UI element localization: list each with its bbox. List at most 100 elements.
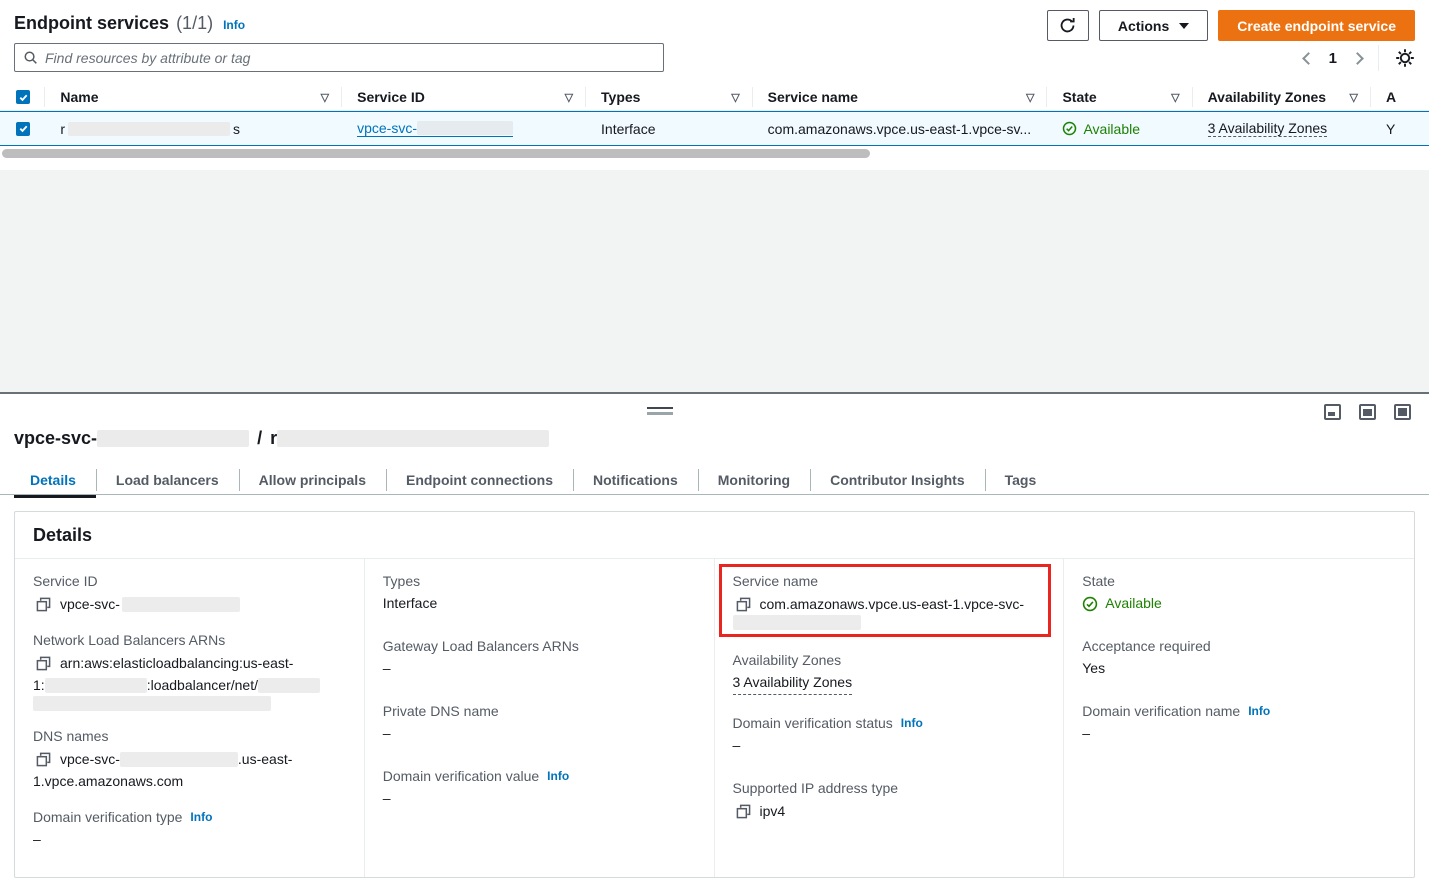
refresh-button[interactable] bbox=[1047, 10, 1089, 41]
field-state: State Available bbox=[1082, 573, 1394, 614]
field-label: Availability Zones bbox=[733, 652, 1044, 668]
column-header-name[interactable]: Name ▽ bbox=[44, 84, 341, 110]
availability-zones-popover[interactable]: 3 Availability Zones bbox=[1208, 120, 1328, 137]
availability-zones-popover[interactable]: 3 Availability Zones bbox=[733, 672, 853, 695]
divider bbox=[752, 87, 753, 107]
panel-title-name-prefix: r bbox=[270, 428, 277, 449]
info-link[interactable]: Info bbox=[901, 716, 923, 730]
panel-title: vpce-svc- / r bbox=[14, 428, 549, 449]
copy-icon[interactable] bbox=[736, 804, 751, 819]
tab-tags[interactable]: Tags bbox=[985, 466, 1057, 494]
filter-icon[interactable]: ▽ bbox=[1026, 91, 1034, 104]
drag-handle-line bbox=[647, 412, 673, 415]
details-column-4: State Available Acceptance required Yes bbox=[1064, 559, 1414, 877]
filter-icon[interactable]: ▽ bbox=[1171, 91, 1179, 104]
field-domain-verification-type: Domain verification type Info – bbox=[33, 809, 344, 850]
field-label: Domain verification type bbox=[33, 809, 182, 825]
actions-button-label: Actions bbox=[1118, 18, 1169, 34]
column-header-acceptance[interactable]: A bbox=[1370, 84, 1429, 110]
column-header-types[interactable]: Types ▽ bbox=[585, 84, 752, 110]
previous-page-icon[interactable] bbox=[1302, 52, 1315, 65]
tab-details[interactable]: Details bbox=[14, 466, 96, 494]
gear-icon[interactable] bbox=[1395, 48, 1415, 68]
tab-notifications[interactable]: Notifications bbox=[573, 466, 698, 494]
filter-icon[interactable]: ▽ bbox=[565, 91, 573, 104]
redacted-service-id bbox=[417, 121, 513, 135]
field-service-id: Service ID vpce-svc- bbox=[33, 573, 344, 615]
redacted-name bbox=[277, 430, 549, 447]
service-id-link[interactable]: vpce-svc- bbox=[357, 120, 513, 137]
redacted-dns bbox=[120, 752, 238, 767]
page-header: Endpoint services (1/1) Info Actions Cre… bbox=[14, 10, 1415, 44]
tab-load-balancers[interactable]: Load balancers bbox=[96, 466, 239, 494]
filter-icon[interactable]: ▽ bbox=[1349, 91, 1357, 104]
refresh-icon bbox=[1059, 17, 1076, 34]
column-header-label: Name bbox=[60, 89, 98, 105]
row-service-name-cell: com.amazonaws.vpce.us-east-1.vpce-sv... bbox=[752, 112, 1047, 145]
panel-size-large-icon[interactable] bbox=[1394, 404, 1411, 420]
filter-icon[interactable]: ▽ bbox=[731, 91, 739, 104]
search-input[interactable] bbox=[45, 50, 655, 66]
field-label: State bbox=[1082, 573, 1394, 589]
create-endpoint-service-button[interactable]: Create endpoint service bbox=[1218, 10, 1415, 41]
search-box[interactable] bbox=[14, 43, 664, 72]
field-label: Service name bbox=[733, 573, 1044, 589]
field-private-dns: Private DNS name – bbox=[383, 703, 694, 744]
field-label: Gateway Load Balancers ARNs bbox=[383, 638, 694, 654]
field-domain-verification-value: Domain verification value Info – bbox=[383, 768, 694, 809]
tab-endpoint-connections[interactable]: Endpoint connections bbox=[386, 466, 573, 494]
tab-contributor-insights[interactable]: Contributor Insights bbox=[810, 466, 985, 494]
table-row[interactable]: r s vpce-svc- Interface com.amazonaws.vp… bbox=[0, 111, 1429, 146]
check-circle-icon bbox=[1062, 121, 1077, 136]
horizontal-scrollbar[interactable] bbox=[2, 149, 870, 158]
divider bbox=[1370, 87, 1371, 107]
empty-value: – bbox=[1082, 723, 1394, 744]
info-link[interactable]: Info bbox=[223, 18, 245, 32]
field-types: Types Interface bbox=[383, 573, 694, 614]
row-acceptance-cell: Y bbox=[1370, 112, 1429, 145]
search-icon bbox=[23, 50, 38, 65]
field-label: Acceptance required bbox=[1082, 638, 1394, 654]
field-nlb-arns: Network Load Balancers ARNs arn:aws:elas… bbox=[33, 632, 344, 711]
select-all-checkbox[interactable] bbox=[16, 90, 30, 104]
field-service-name: Service name com.amazonaws.vpce.us-east-… bbox=[733, 573, 1044, 630]
panel-size-small-icon[interactable] bbox=[1324, 404, 1341, 420]
info-link[interactable]: Info bbox=[190, 810, 212, 824]
column-header-availability-zones[interactable]: Availability Zones ▽ bbox=[1192, 84, 1370, 110]
service-name-value: com.amazonaws.vpce.us-east-1.vpce-svc- bbox=[760, 593, 1025, 615]
redacted-account-id bbox=[45, 678, 147, 693]
pagination: 1 bbox=[1304, 45, 1415, 71]
panel-title-id-prefix: vpce-svc- bbox=[14, 428, 97, 449]
row-checkbox[interactable] bbox=[16, 122, 30, 136]
info-link[interactable]: Info bbox=[547, 769, 569, 783]
details-column-1: Service ID vpce-svc- Network Load Balanc… bbox=[15, 559, 365, 877]
field-label: Types bbox=[383, 573, 694, 589]
empty-value: – bbox=[733, 735, 1044, 756]
select-all-cell bbox=[0, 84, 44, 110]
actions-button[interactable]: Actions bbox=[1099, 10, 1208, 41]
copy-icon[interactable] bbox=[36, 656, 51, 671]
panel-size-medium-icon[interactable] bbox=[1359, 404, 1376, 420]
column-header-label: Service ID bbox=[357, 89, 425, 105]
service-id-prefix: vpce-svc- bbox=[357, 120, 417, 136]
column-header-state[interactable]: State ▽ bbox=[1046, 84, 1191, 110]
next-page-icon[interactable] bbox=[1351, 52, 1364, 65]
tab-allow-principals[interactable]: Allow principals bbox=[239, 466, 386, 494]
info-link[interactable]: Info bbox=[1248, 704, 1270, 718]
copy-icon[interactable] bbox=[736, 597, 751, 612]
page-number[interactable]: 1 bbox=[1329, 50, 1337, 67]
page-title: Endpoint services bbox=[14, 13, 169, 34]
copy-icon[interactable] bbox=[36, 752, 51, 767]
column-header-service-name[interactable]: Service name ▽ bbox=[752, 84, 1047, 110]
dns-name-line2: 1.vpce.amazonaws.com bbox=[33, 770, 183, 792]
service-id-value: vpce-svc- bbox=[60, 593, 120, 615]
panel-drag-handle[interactable] bbox=[647, 407, 673, 415]
column-header-service-id[interactable]: Service ID ▽ bbox=[341, 84, 585, 110]
state-badge: Available bbox=[1062, 121, 1140, 137]
filter-icon[interactable]: ▽ bbox=[321, 91, 329, 104]
divider bbox=[341, 87, 342, 107]
tab-monitoring[interactable]: Monitoring bbox=[698, 466, 810, 494]
copy-icon[interactable] bbox=[36, 597, 51, 612]
field-dns-names: DNS names vpce-svc- .us-east- bbox=[33, 728, 344, 792]
header-actions: Actions Create endpoint service bbox=[1047, 10, 1415, 41]
